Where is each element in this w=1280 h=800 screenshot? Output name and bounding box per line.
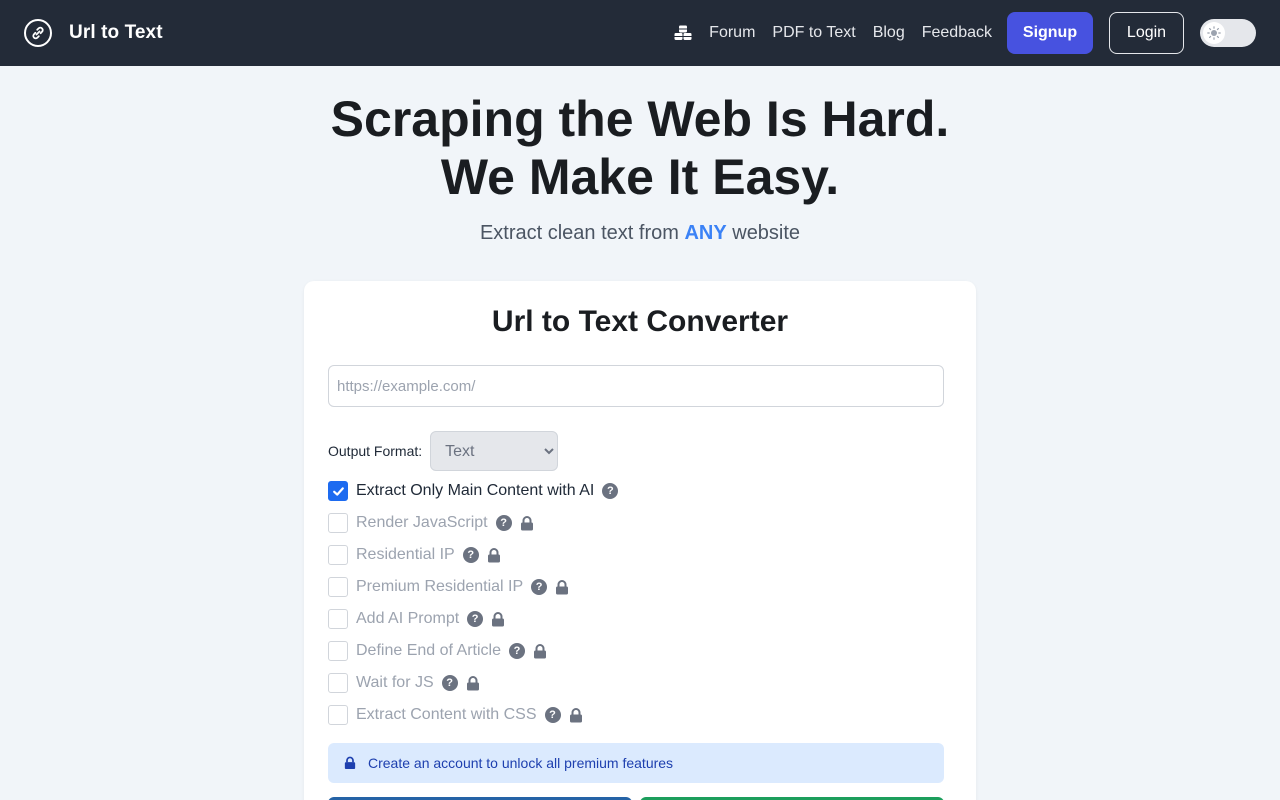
- hero-title: Scraping the Web Is Hard. We Make It Eas…: [0, 90, 1280, 206]
- hero-title-line2: We Make It Easy.: [440, 149, 840, 205]
- signup-button[interactable]: Signup: [1007, 12, 1093, 54]
- output-format-select[interactable]: Text: [430, 431, 559, 471]
- lock-icon: [569, 707, 583, 723]
- lock-icon: [344, 756, 356, 770]
- help-icon[interactable]: ?: [495, 515, 512, 531]
- option-label: Extract Content with CSS: [356, 706, 537, 723]
- help-icon[interactable]: ?: [508, 643, 525, 659]
- option-add-ai-prompt: Add AI Prompt ?: [328, 609, 505, 629]
- brand-name: Url to Text: [69, 22, 163, 43]
- lock-icon: [491, 611, 505, 627]
- help-icon[interactable]: ?: [531, 579, 548, 595]
- lock-icon: [487, 547, 501, 563]
- hero-title-line1: Scraping the Web Is Hard.: [330, 91, 950, 147]
- help-icon[interactable]: ?: [602, 483, 619, 499]
- checkbox-main-content-ai[interactable]: [328, 481, 348, 501]
- output-format-row: Output Format: Text: [328, 431, 559, 471]
- hero-subtitle-post: website: [726, 222, 801, 244]
- premium-notice: Create an account to unlock all premium …: [328, 743, 944, 783]
- nav-link-feedback[interactable]: Feedback: [922, 24, 992, 42]
- option-label: Residential IP: [356, 546, 455, 563]
- checkbox-residential-ip[interactable]: [328, 545, 348, 565]
- option-extract-content-css: Extract Content with CSS ?: [328, 705, 583, 725]
- output-format-label: Output Format:: [328, 443, 423, 459]
- option-define-end-of-article: Define End of Article ?: [328, 641, 547, 661]
- option-label: Render JavaScript: [356, 514, 488, 531]
- option-render-javascript: Render JavaScript ?: [328, 513, 534, 533]
- lock-icon: [533, 643, 547, 659]
- checkbox-wait-for-js[interactable]: [328, 673, 348, 693]
- checkbox-render-javascript[interactable]: [328, 513, 348, 533]
- option-premium-residential-ip: Premium Residential IP ?: [328, 577, 569, 597]
- hero-subtitle-pre: Extract clean text from: [479, 222, 685, 244]
- brand[interactable]: Url to Text: [24, 19, 163, 47]
- checkbox-premium-residential-ip[interactable]: [328, 577, 348, 597]
- check-icon: [332, 486, 344, 496]
- option-label: Define End of Article: [356, 642, 501, 659]
- help-icon[interactable]: ?: [462, 547, 479, 563]
- nav-link-forum[interactable]: Forum: [709, 24, 755, 42]
- cubes-icon[interactable]: [674, 25, 692, 41]
- nav-link-pdf-to-text[interactable]: PDF to Text: [772, 24, 855, 42]
- help-icon[interactable]: ?: [441, 675, 458, 691]
- checkbox-define-end-of-article[interactable]: [328, 641, 348, 661]
- checkbox-extract-content-css[interactable]: [328, 705, 348, 725]
- sun-icon: [1203, 22, 1225, 44]
- option-main-content-ai: Extract Only Main Content with AI ?: [328, 481, 626, 501]
- option-wait-for-js: Wait for JS ?: [328, 673, 480, 693]
- option-label: Extract Only Main Content with AI: [356, 482, 595, 499]
- nav-menu: Forum PDF to Text Blog Feedback Signup L…: [674, 12, 1256, 54]
- option-label: Premium Residential IP: [356, 578, 524, 595]
- url-input[interactable]: [328, 365, 944, 407]
- theme-toggle[interactable]: [1200, 19, 1256, 47]
- option-residential-ip: Residential IP ?: [328, 545, 501, 565]
- checkbox-add-ai-prompt[interactable]: [328, 609, 348, 629]
- navbar: Url to Text Forum PDF to Text Blog Feedb…: [0, 0, 1280, 66]
- lock-icon: [555, 579, 569, 595]
- hero-subtitle: Extract clean text from ANY website: [0, 222, 1280, 245]
- lock-icon: [520, 515, 534, 531]
- link-icon: [24, 19, 52, 47]
- converter-card: Url to Text Converter Output Format: Tex…: [304, 281, 976, 800]
- option-label: Add AI Prompt: [356, 610, 460, 627]
- hero-subtitle-accent: ANY: [684, 222, 727, 244]
- nav-link-blog[interactable]: Blog: [873, 24, 905, 42]
- lock-icon: [466, 675, 480, 691]
- login-button[interactable]: Login: [1109, 12, 1184, 54]
- option-label: Wait for JS: [356, 674, 434, 691]
- help-icon[interactable]: ?: [544, 707, 561, 723]
- premium-notice-text[interactable]: Create an account to unlock all premium …: [368, 755, 673, 771]
- help-icon[interactable]: ?: [467, 611, 484, 627]
- converter-title: Url to Text Converter: [491, 305, 789, 338]
